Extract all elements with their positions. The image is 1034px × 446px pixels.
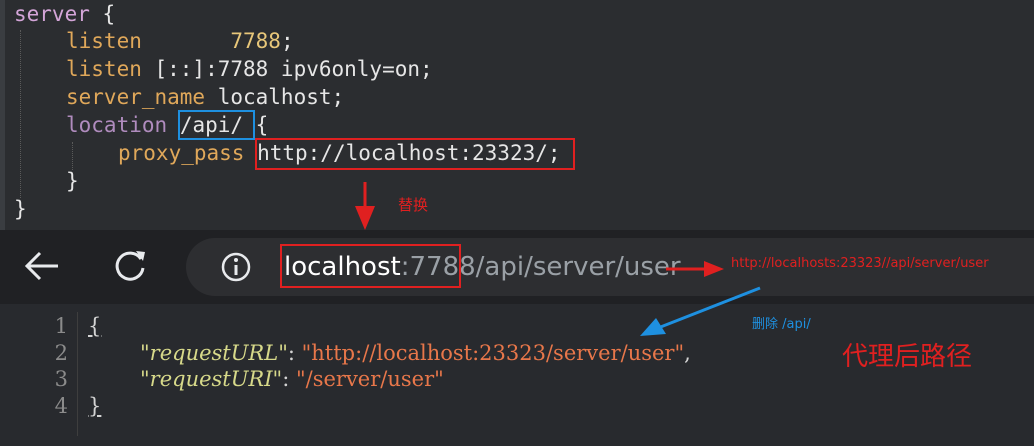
proxied-url-annotation: http://localhosts:23323//api/server/user [731, 256, 989, 271]
proxy-url-highlight [255, 138, 575, 170]
json-entry-request-url: "requestURL": "http://localhost:23323/se… [140, 341, 691, 365]
indent-guide [72, 142, 73, 170]
nginx-config-editor: server { listen 7788; listen [::]:7788 i… [0, 0, 1034, 230]
replace-annotation: 替换 [398, 196, 429, 214]
listen-port: 7788 [230, 29, 281, 53]
editor-left-edge [0, 0, 5, 230]
json-value: "/server/user" [295, 367, 444, 391]
api-path-highlight [178, 110, 255, 140]
listen-directive: listen [66, 29, 142, 53]
gutter-divider [77, 312, 78, 436]
host-port-highlight [280, 244, 461, 288]
line-number: 4 [54, 394, 68, 418]
line-number: 1 [54, 314, 68, 338]
json-key: "requestURL" [140, 341, 288, 365]
proxy-path-annotation: 代理后路径 [842, 342, 973, 372]
json-entry-request-uri: "requestURI": "/server/user" [140, 367, 444, 391]
json-key: "requestURI" [140, 367, 283, 391]
line-number: 2 [54, 341, 68, 365]
indent-guide [20, 30, 21, 198]
server-name-directive: server_name [66, 85, 206, 109]
json-value: "http://localhost:23323/server/user" [301, 341, 685, 365]
back-arrow-icon[interactable] [20, 244, 64, 288]
url-path: /api/server/user [475, 252, 681, 282]
code-line-8: } [14, 197, 27, 221]
right-arrow-icon [666, 261, 724, 277]
code-line-7: } [66, 169, 79, 193]
listen-directive: listen [66, 57, 142, 81]
code-line-1: server { [14, 2, 116, 26]
code-line-3: listen [::]:7788 ipv6only=on; [66, 57, 433, 81]
code-line-4: server_name localhost; [66, 85, 345, 109]
delete-api-annotation: 删除 /api/ [752, 317, 811, 332]
code-line-2: listen 7788; [66, 29, 294, 53]
diagonal-arrow-icon [640, 286, 761, 336]
server-keyword: server [14, 2, 90, 26]
json-close-brace: } [88, 394, 102, 418]
proxy-pass-directive: proxy_pass [118, 141, 245, 165]
location-keyword: location [66, 113, 168, 137]
reload-icon[interactable] [108, 244, 152, 288]
site-info-icon[interactable] [220, 251, 252, 283]
json-response-viewer: 1 2 3 4 { "requestURL": "http://localhos… [0, 304, 1034, 446]
line-number: 3 [54, 367, 68, 391]
json-open-brace: { [88, 314, 102, 338]
down-arrow-icon [355, 182, 375, 230]
